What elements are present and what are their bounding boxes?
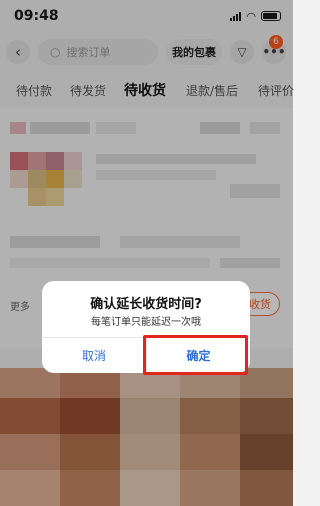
- modal-overlay[interactable]: [0, 0, 293, 506]
- dialog-message: 每笔订单只能延迟一次哦: [91, 317, 201, 328]
- dialog-title: 确认延长收货时间?: [90, 297, 202, 312]
- cancel-button[interactable]: 取消: [42, 338, 146, 373]
- confirm-highlight-box: [143, 335, 248, 375]
